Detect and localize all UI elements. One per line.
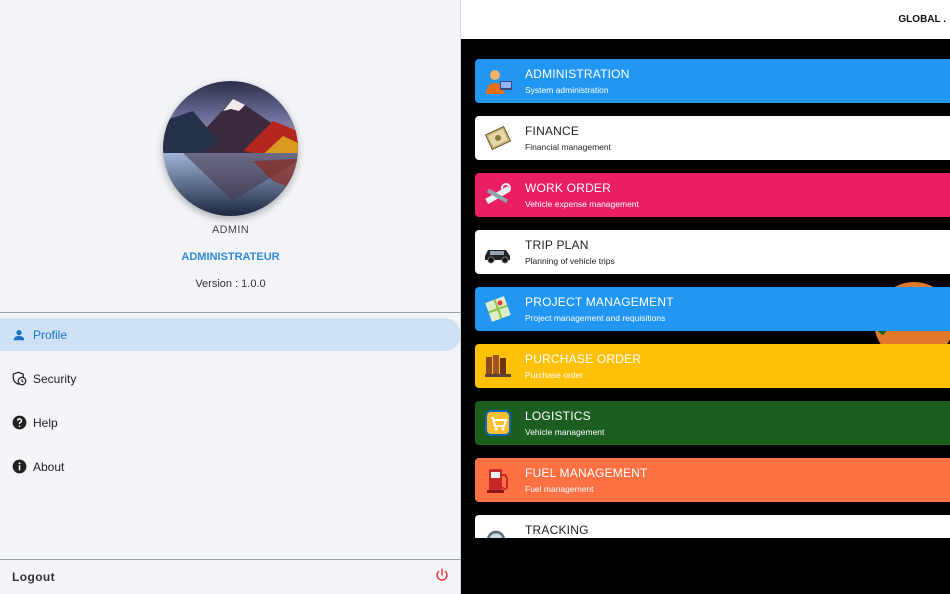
person-icon <box>11 327 27 343</box>
menu-item-help[interactable]: Help <box>0 406 461 439</box>
fuel-pump-icon <box>483 465 513 495</box>
car-icon <box>483 237 513 267</box>
tools-icon <box>483 180 513 210</box>
menu-item-label: Security <box>33 371 77 386</box>
menu-item-label: About <box>33 459 65 474</box>
module-title: PURCHASE ORDER <box>525 352 642 366</box>
cart-icon <box>483 408 513 438</box>
app-root: ADMIN ADMINISTRATEUR Version : 1.0.0 Pro… <box>0 0 950 594</box>
avatar[interactable] <box>163 81 298 216</box>
module-title: ADMINISTRATION <box>525 67 630 81</box>
books-icon <box>483 351 513 381</box>
module-card-work-order[interactable]: WORK ORDER Vehicle expense management <box>475 173 950 217</box>
logout-button[interactable]: Logout <box>0 560 461 594</box>
divider <box>0 312 461 313</box>
avatar-mountain-image <box>163 81 298 216</box>
module-subtitle: System administration <box>525 85 609 95</box>
power-icon[interactable] <box>435 567 449 587</box>
security-icon <box>11 371 27 387</box>
module-card-administration[interactable]: ADMINISTRATION System administration <box>475 59 950 103</box>
module-title: FUEL MANAGEMENT <box>525 466 648 480</box>
module-list: ADMINISTRATION System administration FIN… <box>461 39 950 538</box>
module-subtitle: Project management and requisitions <box>525 313 666 323</box>
navigation-drawer: ADMIN ADMINISTRATEUR Version : 1.0.0 Pro… <box>0 0 461 594</box>
module-card-logistics[interactable]: LOGISTICS Vehicle management <box>475 401 950 445</box>
module-subtitle: Vehicle expense management <box>525 199 639 209</box>
user-role: ADMINISTRATEUR <box>181 251 280 263</box>
module-subtitle: Financial management <box>525 142 611 152</box>
app-bar: GLOBAL . <box>461 0 950 39</box>
user-name: ADMIN <box>212 224 249 236</box>
module-title: LOGISTICS <box>525 409 591 423</box>
module-card-tracking[interactable]: TRACKING <box>475 515 950 538</box>
logout-label: Logout <box>12 570 56 584</box>
module-title: WORK ORDER <box>525 181 611 195</box>
module-title: TRIP PLAN <box>525 238 589 252</box>
module-card-finance[interactable]: FINANCE Financial management <box>475 116 950 160</box>
help-icon <box>11 415 27 431</box>
magnifier-icon <box>483 527 513 538</box>
map-icon <box>483 294 513 324</box>
money-icon <box>483 123 513 153</box>
menu-item-label: Help <box>33 415 58 430</box>
module-subtitle: Planning of vehicle trips <box>525 256 615 266</box>
module-subtitle: Fuel management <box>525 484 594 494</box>
module-title: PROJECT MANAGEMENT <box>525 295 674 309</box>
module-card-project-management[interactable]: PROJECT MANAGEMENT Project management an… <box>475 287 950 331</box>
drawer-menu: Profile Security Help About <box>0 318 461 494</box>
module-card-trip-plan[interactable]: TRIP PLAN Planning of vehicle trips <box>475 230 950 274</box>
menu-item-security[interactable]: Security <box>0 362 461 395</box>
module-card-fuel-management[interactable]: FUEL MANAGEMENT Fuel management <box>475 458 950 502</box>
menu-item-profile[interactable]: Profile <box>0 318 461 351</box>
menu-item-about[interactable]: About <box>0 450 461 483</box>
administrator-icon <box>483 66 513 96</box>
info-icon <box>11 459 27 475</box>
menu-item-label: Profile <box>33 327 68 342</box>
module-card-purchase-order[interactable]: PURCHASE ORDER Purchase order <box>475 344 950 388</box>
module-title: FINANCE <box>525 124 580 138</box>
app-version: Version : 1.0.0 <box>195 278 266 290</box>
bottom-area <box>461 538 950 594</box>
module-subtitle: Vehicle management <box>525 427 605 437</box>
module-subtitle: Purchase order <box>525 370 584 380</box>
module-title: TRACKING <box>525 523 589 537</box>
app-title: GLOBAL . <box>898 14 946 25</box>
